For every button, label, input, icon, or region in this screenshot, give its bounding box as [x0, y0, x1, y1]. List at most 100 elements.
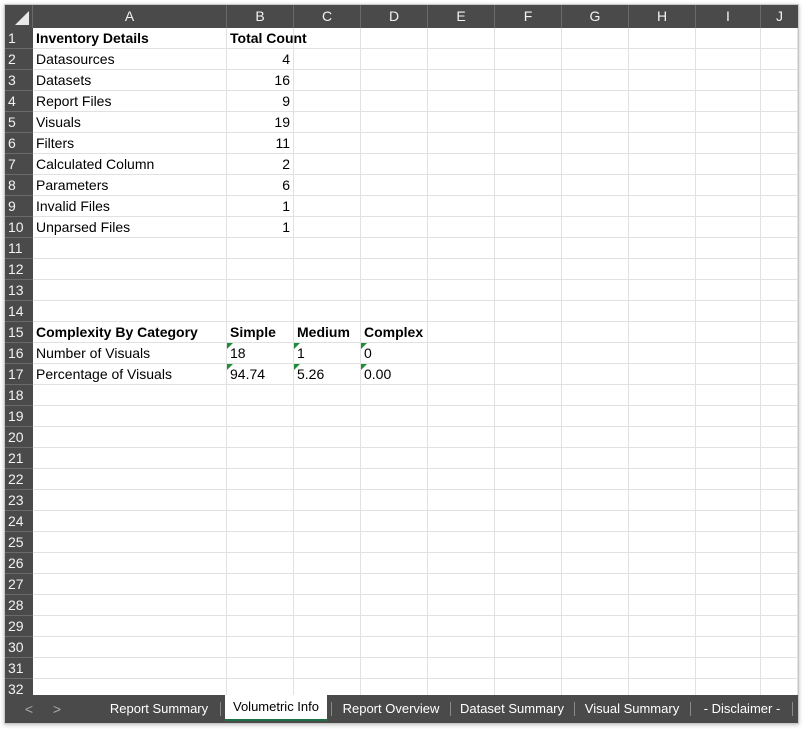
cell-d16[interactable]: 0	[361, 343, 428, 364]
tab-disclaimer[interactable]: - Disclaimer -	[695, 695, 789, 723]
cell-h2[interactable]	[629, 49, 696, 70]
cell-c3[interactable]	[294, 70, 361, 91]
cell-f21[interactable]	[495, 448, 562, 469]
row-header-7[interactable]: 7	[5, 154, 33, 175]
row-header-19[interactable]: 19	[5, 406, 33, 427]
cell-j5[interactable]	[761, 112, 798, 133]
cell-d18[interactable]	[361, 385, 428, 406]
column-header-d[interactable]: D	[361, 5, 428, 28]
cell-d31[interactable]	[361, 658, 428, 679]
cell-d9[interactable]	[361, 196, 428, 217]
row-header-24[interactable]: 24	[5, 511, 33, 532]
cell-a15[interactable]: Complexity By Category	[33, 322, 227, 343]
cell-d28[interactable]	[361, 595, 428, 616]
cell-j17[interactable]	[761, 364, 798, 385]
cell-e32[interactable]	[428, 679, 495, 695]
cell-f27[interactable]	[495, 574, 562, 595]
cell-e24[interactable]	[428, 511, 495, 532]
cell-d11[interactable]	[361, 238, 428, 259]
cell-c16[interactable]: 1	[294, 343, 361, 364]
cell-e28[interactable]	[428, 595, 495, 616]
cell-c11[interactable]	[294, 238, 361, 259]
cell-j1[interactable]	[761, 28, 798, 49]
cell-d6[interactable]	[361, 133, 428, 154]
cell-d30[interactable]	[361, 637, 428, 658]
column-header-e[interactable]: E	[428, 5, 495, 28]
cell-a13[interactable]	[33, 280, 227, 301]
cell-j16[interactable]	[761, 343, 798, 364]
cell-i13[interactable]	[696, 280, 761, 301]
cell-g10[interactable]	[562, 217, 629, 238]
cell-h16[interactable]	[629, 343, 696, 364]
row-header-9[interactable]: 9	[5, 196, 33, 217]
cell-b9[interactable]: 1	[227, 196, 294, 217]
cell-e21[interactable]	[428, 448, 495, 469]
cell-i31[interactable]	[696, 658, 761, 679]
cell-f25[interactable]	[495, 532, 562, 553]
cell-a22[interactable]	[33, 469, 227, 490]
cell-d25[interactable]	[361, 532, 428, 553]
cell-i5[interactable]	[696, 112, 761, 133]
cell-e1[interactable]	[428, 28, 495, 49]
cell-h11[interactable]	[629, 238, 696, 259]
cell-g6[interactable]	[562, 133, 629, 154]
cell-f22[interactable]	[495, 469, 562, 490]
cell-i2[interactable]	[696, 49, 761, 70]
cell-i30[interactable]	[696, 637, 761, 658]
cell-g2[interactable]	[562, 49, 629, 70]
cell-g19[interactable]	[562, 406, 629, 427]
cell-b23[interactable]	[227, 490, 294, 511]
cell-e2[interactable]	[428, 49, 495, 70]
cell-b8[interactable]: 6	[227, 175, 294, 196]
cell-e26[interactable]	[428, 553, 495, 574]
cell-i25[interactable]	[696, 532, 761, 553]
cell-h15[interactable]	[629, 322, 696, 343]
cell-f2[interactable]	[495, 49, 562, 70]
cell-a9[interactable]: Invalid Files	[33, 196, 227, 217]
row-header-11[interactable]: 11	[5, 238, 33, 259]
row-header-15[interactable]: 15	[5, 322, 33, 343]
cell-c31[interactable]	[294, 658, 361, 679]
cell-h28[interactable]	[629, 595, 696, 616]
cell-i11[interactable]	[696, 238, 761, 259]
cell-a18[interactable]	[33, 385, 227, 406]
cell-a28[interactable]	[33, 595, 227, 616]
cell-g11[interactable]	[562, 238, 629, 259]
cell-a3[interactable]: Datasets	[33, 70, 227, 91]
cell-b22[interactable]	[227, 469, 294, 490]
cell-g13[interactable]	[562, 280, 629, 301]
cell-j20[interactable]	[761, 427, 798, 448]
cell-a8[interactable]: Parameters	[33, 175, 227, 196]
cell-j32[interactable]	[761, 679, 798, 695]
cell-c14[interactable]	[294, 301, 361, 322]
cell-b20[interactable]	[227, 427, 294, 448]
cell-f9[interactable]	[495, 196, 562, 217]
cell-f10[interactable]	[495, 217, 562, 238]
cell-e3[interactable]	[428, 70, 495, 91]
cell-i9[interactable]	[696, 196, 761, 217]
cell-a4[interactable]: Report Files	[33, 91, 227, 112]
cell-i17[interactable]	[696, 364, 761, 385]
cell-f6[interactable]	[495, 133, 562, 154]
cell-g3[interactable]	[562, 70, 629, 91]
cell-b26[interactable]	[227, 553, 294, 574]
cell-a21[interactable]	[33, 448, 227, 469]
cell-c13[interactable]	[294, 280, 361, 301]
row-header-10[interactable]: 10	[5, 217, 33, 238]
cell-c17[interactable]: 5.26	[294, 364, 361, 385]
tab-scroll-left-button[interactable]: <	[19, 695, 39, 723]
cell-b1[interactable]: Total Count	[227, 28, 307, 49]
cell-d7[interactable]	[361, 154, 428, 175]
cell-j7[interactable]	[761, 154, 798, 175]
cell-b24[interactable]	[227, 511, 294, 532]
cell-c27[interactable]	[294, 574, 361, 595]
number-stored-as-text-flag-icon[interactable]	[361, 343, 367, 349]
cell-c32[interactable]	[294, 679, 361, 695]
row-header-30[interactable]: 30	[5, 637, 33, 658]
cell-e22[interactable]	[428, 469, 495, 490]
row-header-22[interactable]: 22	[5, 469, 33, 490]
cell-h4[interactable]	[629, 91, 696, 112]
cell-a23[interactable]	[33, 490, 227, 511]
cell-b5[interactable]: 19	[227, 112, 294, 133]
cell-j2[interactable]	[761, 49, 798, 70]
